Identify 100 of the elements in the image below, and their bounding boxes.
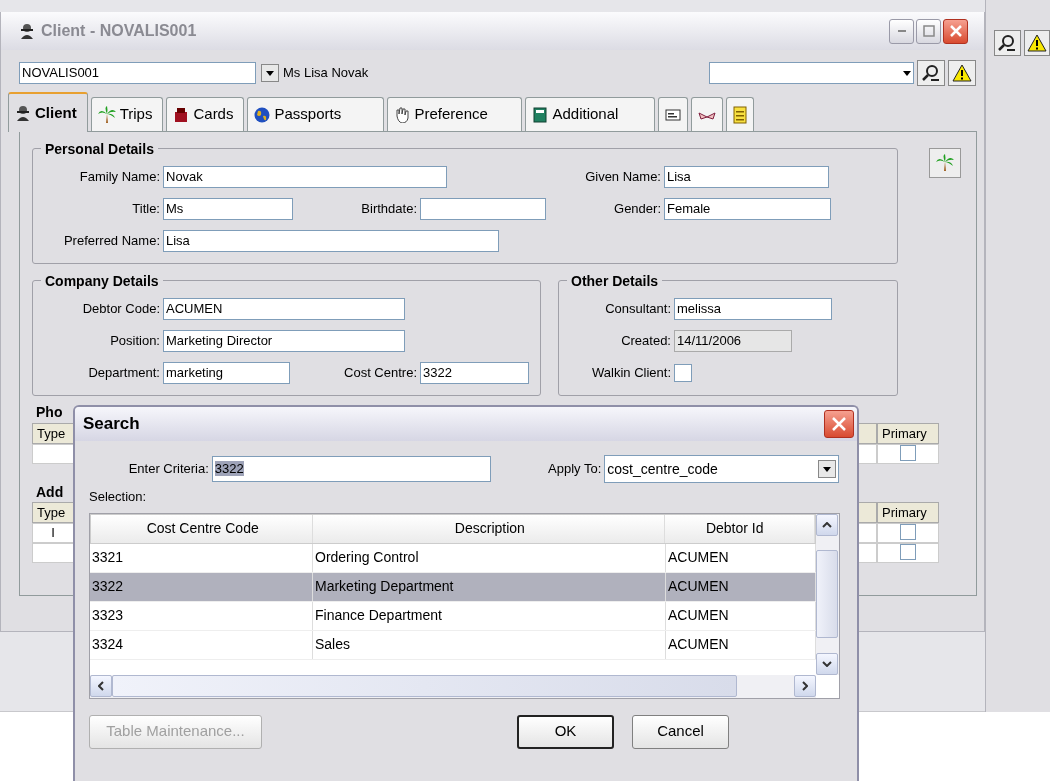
criteria-value: 3322 — [214, 461, 244, 476]
field-label: Consultant: — [604, 300, 672, 319]
text-field[interactable]: Ms — [163, 198, 293, 220]
table-row[interactable]: 3322 Marketing Department ACUMEN — [90, 572, 816, 602]
field-label: Preferred Name: — [62, 232, 161, 251]
warning-button[interactable] — [1023, 30, 1050, 56]
field-label: Department: — [87, 364, 161, 383]
column-header: Primary — [877, 502, 939, 523]
horizontal-scrollbar[interactable] — [90, 674, 816, 698]
palm-tree-icon — [97, 105, 116, 124]
close-icon — [949, 25, 962, 37]
criteria-field[interactable]: 3322 — [211, 456, 492, 482]
warning-button[interactable] — [948, 60, 976, 86]
tab[interactable]: Cards — [166, 97, 245, 131]
field-label: Cost Centre: — [343, 364, 418, 383]
client-name: Ms Lisa Novak — [283, 64, 369, 83]
table-row[interactable]: 3324 Sales ACUMEN — [90, 630, 816, 660]
text-field[interactable]: Marketing Director — [163, 330, 405, 352]
tab[interactable] — [658, 97, 689, 131]
search-icon — [998, 34, 1017, 52]
tab[interactable]: Additional — [525, 97, 656, 131]
table-cell: Ordering Control — [313, 543, 666, 572]
tab[interactable]: Trips — [90, 97, 164, 131]
tab[interactable] — [691, 97, 724, 131]
table-cell: Marketing Department — [313, 572, 666, 601]
tab[interactable]: Client — [8, 92, 88, 132]
scroll-down-button[interactable] — [816, 652, 838, 675]
table-cell: Finance Department — [313, 601, 666, 630]
dialog-title: Search — [83, 413, 140, 436]
field-label: Birthdate: — [360, 200, 418, 219]
scrollbar-thumb[interactable] — [112, 674, 737, 697]
maximize-icon — [922, 25, 935, 37]
text-field[interactable]: ACUMEN — [163, 298, 405, 320]
field-label: Created: — [620, 332, 672, 351]
box-icon — [173, 106, 190, 123]
search-button[interactable] — [917, 60, 945, 86]
combo-value: cost_centre_code — [607, 460, 718, 479]
field-label: Debtor Code: — [81, 300, 161, 319]
scroll-up-button[interactable] — [816, 513, 838, 536]
checkbox[interactable] — [900, 524, 916, 540]
dropdown-button[interactable] — [261, 64, 279, 82]
field-label: Apply To: — [547, 460, 603, 479]
scroll-right-button[interactable] — [794, 674, 816, 697]
person-icon — [19, 23, 35, 39]
checkbox[interactable] — [900, 444, 916, 461]
close-button[interactable] — [943, 18, 968, 44]
dropdown-arrow-icon — [823, 466, 831, 472]
tab[interactable]: Preference — [387, 97, 523, 131]
column-header[interactable]: Description — [313, 514, 666, 543]
checkbox[interactable] — [900, 544, 916, 560]
dialog-button[interactable]: OK — [517, 714, 614, 749]
globe-icon — [254, 106, 271, 123]
table-row[interactable]: 3321 Ordering Control ACUMEN — [90, 543, 816, 573]
book-icon — [532, 106, 549, 123]
column-header[interactable]: Debtor Id — [665, 514, 815, 543]
column-header: Primary — [877, 422, 939, 444]
client-code-field[interactable]: NOVALIS001 — [19, 62, 256, 84]
table-row[interactable]: 3323 Finance Department ACUMEN — [90, 601, 816, 631]
column-header: Type — [32, 422, 74, 444]
dialog-button[interactable]: Cancel — [632, 714, 729, 749]
text-field[interactable]: Lisa — [664, 166, 829, 188]
column-header[interactable]: Cost Centre Code — [91, 514, 314, 543]
maximize-button[interactable] — [916, 18, 941, 44]
table-cell: 3323 — [90, 601, 313, 630]
text-field[interactable] — [420, 198, 546, 220]
field-label: Enter Criteria: — [127, 460, 210, 479]
text-field[interactable]: Novak — [163, 166, 447, 188]
checkbox[interactable] — [674, 364, 692, 382]
notepad-icon — [733, 105, 748, 124]
trips-button[interactable] — [929, 148, 961, 178]
field-label: Family Name: — [78, 168, 161, 187]
minimize-button[interactable] — [889, 18, 914, 44]
table-cell: 3321 — [90, 543, 313, 572]
tab[interactable]: Passports — [247, 97, 385, 131]
search-button[interactable] — [994, 30, 1021, 56]
scroll-left-button[interactable] — [90, 674, 112, 697]
palm-tree-icon — [936, 154, 954, 172]
minimize-icon — [897, 30, 906, 32]
text-field[interactable]: Female — [664, 198, 831, 220]
window-title: Client - NOVALIS001 — [41, 21, 197, 41]
id-card-icon — [665, 107, 682, 122]
text-field[interactable]: melissa — [674, 298, 832, 320]
table-cell: Sales — [313, 630, 666, 659]
close-icon — [832, 417, 846, 431]
table-cell: I — [32, 523, 74, 543]
text-field[interactable]: 3322 — [420, 362, 529, 384]
tab[interactable] — [726, 97, 755, 131]
text-field[interactable]: 14/11/2006 — [674, 330, 792, 352]
field-label: Title: — [131, 200, 161, 219]
text-field[interactable]: marketing — [163, 362, 290, 384]
text-field[interactable]: Lisa — [163, 230, 499, 252]
vertical-scrollbar[interactable] — [816, 513, 839, 675]
scrollbar-thumb[interactable] — [816, 550, 838, 638]
field-label: Gender: — [613, 200, 662, 219]
column-header: Type — [32, 502, 74, 523]
dropdown-button[interactable] — [818, 460, 836, 478]
person-icon — [15, 105, 31, 121]
apply-to-combo[interactable]: cost_centre_code — [604, 455, 839, 483]
close-button[interactable] — [824, 410, 854, 438]
table-cell: 3322 — [90, 572, 313, 601]
